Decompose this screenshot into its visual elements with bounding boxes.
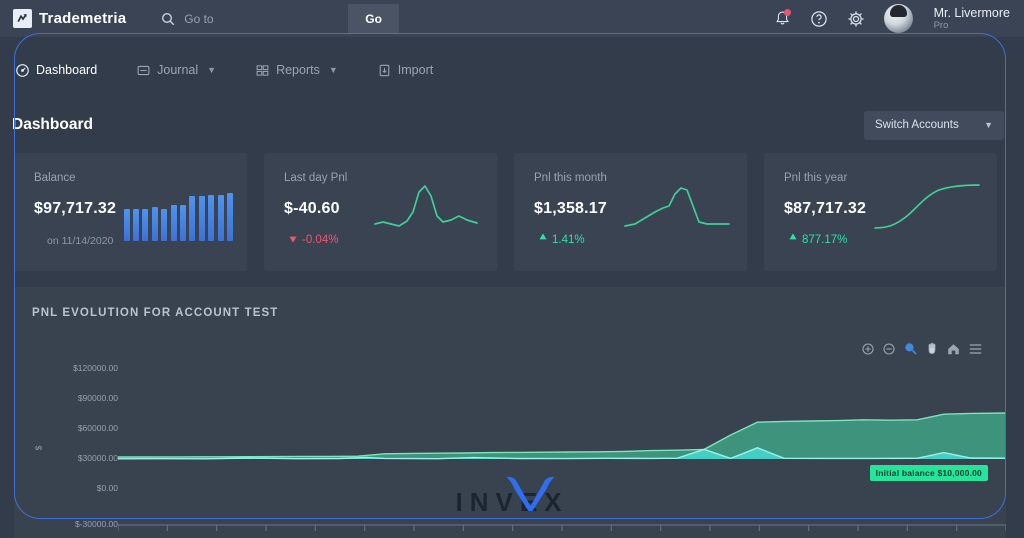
zoom-out-icon[interactable] bbox=[883, 342, 895, 355]
balance-bar bbox=[142, 208, 149, 241]
notification-badge bbox=[783, 9, 791, 16]
nav-item-label: Dashboard bbox=[36, 63, 98, 77]
balance-bar bbox=[208, 195, 215, 241]
y-tick-label: $0.00 bbox=[96, 483, 118, 493]
reset-home-icon[interactable] bbox=[947, 343, 960, 355]
x-axis bbox=[117, 524, 1007, 538]
brand[interactable]: Trademetria bbox=[13, 9, 126, 28]
y-tick-label: $60000.00 bbox=[77, 423, 118, 433]
chart-annotation: Initial balance $10,000.00 bbox=[869, 465, 988, 481]
balance-bar bbox=[217, 195, 224, 241]
y-tick-label: $90000.00 bbox=[77, 393, 118, 403]
balance-bar bbox=[180, 204, 187, 241]
user-name: Mr. Livermore bbox=[933, 5, 1010, 20]
chart-title: PNL EVOLUTION FOR ACCOUNT TEST bbox=[32, 307, 279, 319]
nav-item-dashboard[interactable]: Dashboard bbox=[16, 63, 97, 77]
pnl-year-sparkline bbox=[873, 180, 985, 247]
reports-icon bbox=[256, 64, 269, 77]
journal-icon bbox=[137, 64, 150, 77]
stat-card-pnl-this-year[interactable]: Pnl this year $87,717.32 877.17% bbox=[764, 153, 997, 271]
chevron-down-icon: ▼ bbox=[328, 65, 338, 75]
y-axis-labels: $120000.00 $90000.00 $60000.00 $30000.00… bbox=[14, 355, 124, 538]
balance-bar-sparkline bbox=[123, 189, 233, 241]
zoom-in-icon[interactable] bbox=[862, 342, 874, 355]
chart-svg bbox=[117, 412, 1007, 460]
nav-item-label: Reports bbox=[276, 63, 320, 77]
gear-icon[interactable] bbox=[847, 10, 865, 28]
balance-bar bbox=[189, 196, 196, 241]
stat-card-delta-value: 1.41% bbox=[552, 233, 585, 246]
chevron-down-icon: ▼ bbox=[207, 65, 217, 75]
nav-item-label: Journal bbox=[157, 63, 199, 77]
pnl-month-sparkline bbox=[623, 180, 735, 247]
y-axis-title: $ bbox=[33, 445, 44, 451]
stat-card-delta-value: -0.04% bbox=[302, 233, 339, 246]
bell-icon[interactable] bbox=[774, 9, 791, 27]
nav-item-label: Import bbox=[397, 63, 434, 77]
stat-card-balance[interactable]: Balance $97,717.32 on 11/14/2020 bbox=[14, 153, 247, 271]
main-nav: Dashboard Journal ▼ Reports ▼ Import bbox=[0, 52, 1024, 88]
last-day-pnl-sparkline bbox=[373, 180, 485, 247]
brand-name: Trademetria bbox=[39, 10, 127, 27]
pnl-evolution-panel: PNL EVOLUTION FOR ACCOUNT TEST $120000.0… bbox=[14, 287, 1007, 538]
user-menu[interactable]: Mr. Livermore Pro bbox=[934, 6, 1010, 32]
nav-item-reports[interactable]: Reports ▼ bbox=[256, 63, 338, 77]
stat-cards: Balance $97,717.32 on 11/14/2020 Last da… bbox=[14, 153, 997, 271]
balance-bar bbox=[151, 206, 158, 241]
search-icon bbox=[161, 12, 175, 26]
search-bar[interactable]: Go bbox=[161, 4, 399, 33]
trademetria-dashboard-app: Trademetria Go to Go Mr. Livermore Pro D… bbox=[0, 0, 1024, 538]
panning-icon[interactable] bbox=[926, 342, 938, 355]
menu-icon[interactable] bbox=[969, 343, 982, 355]
go-button[interactable]: Go bbox=[348, 4, 399, 33]
chart-plot-area[interactable]: Initial balance $10,000.00 bbox=[117, 355, 1007, 538]
chevron-down-icon: ▼ bbox=[984, 120, 993, 130]
chart-toolbar bbox=[862, 342, 982, 355]
pnl-chart[interactable]: $120000.00 $90000.00 $60000.00 $30000.00… bbox=[14, 355, 1007, 538]
dashboard-icon bbox=[16, 63, 29, 77]
page-header: Dashboard Switch Accounts ▼ bbox=[0, 105, 1024, 145]
balance-bar bbox=[198, 196, 205, 241]
stat-card-delta-value: 877.17% bbox=[802, 233, 848, 246]
balance-bar bbox=[123, 208, 130, 241]
trademetria-logo-icon bbox=[13, 9, 32, 28]
arrow-up-icon bbox=[539, 233, 547, 246]
stat-card-last-day-pnl[interactable]: Last day Pnl $-40.60 -0.04% bbox=[264, 153, 497, 271]
user-role: Pro bbox=[933, 20, 949, 32]
balance-bar bbox=[133, 208, 140, 241]
search-input[interactable] bbox=[184, 11, 337, 26]
selection-zoom-icon[interactable] bbox=[904, 342, 917, 355]
page-title: Dashboard bbox=[12, 116, 93, 133]
avatar[interactable] bbox=[883, 4, 913, 33]
y-tick-label: $-30000.00 bbox=[74, 519, 118, 529]
nav-item-journal[interactable]: Journal ▼ bbox=[137, 63, 216, 77]
top-bar: Trademetria Go to Go Mr. Livermore Pro bbox=[0, 0, 1024, 37]
stat-card-pnl-this-month[interactable]: Pnl this month $1,358.17 1.41% bbox=[514, 153, 747, 271]
stat-card-label: Balance bbox=[34, 172, 76, 184]
arrow-down-icon bbox=[289, 233, 297, 246]
y-tick-label: $120000.00 bbox=[73, 363, 118, 373]
balance-bar bbox=[170, 204, 177, 241]
help-circle-icon[interactable] bbox=[810, 10, 828, 28]
arrow-up-icon bbox=[789, 233, 797, 246]
nav-item-import[interactable]: Import bbox=[378, 63, 433, 77]
switch-accounts-dropdown[interactable]: Switch Accounts ▼ bbox=[864, 110, 1004, 140]
y-tick-label: $30000.00 bbox=[77, 453, 118, 463]
balance-bar bbox=[227, 193, 233, 241]
balance-bar bbox=[161, 208, 168, 241]
top-bar-actions: Mr. Livermore Pro bbox=[774, 4, 1010, 33]
import-icon bbox=[378, 64, 391, 77]
switch-accounts-label: Switch Accounts bbox=[875, 119, 959, 131]
